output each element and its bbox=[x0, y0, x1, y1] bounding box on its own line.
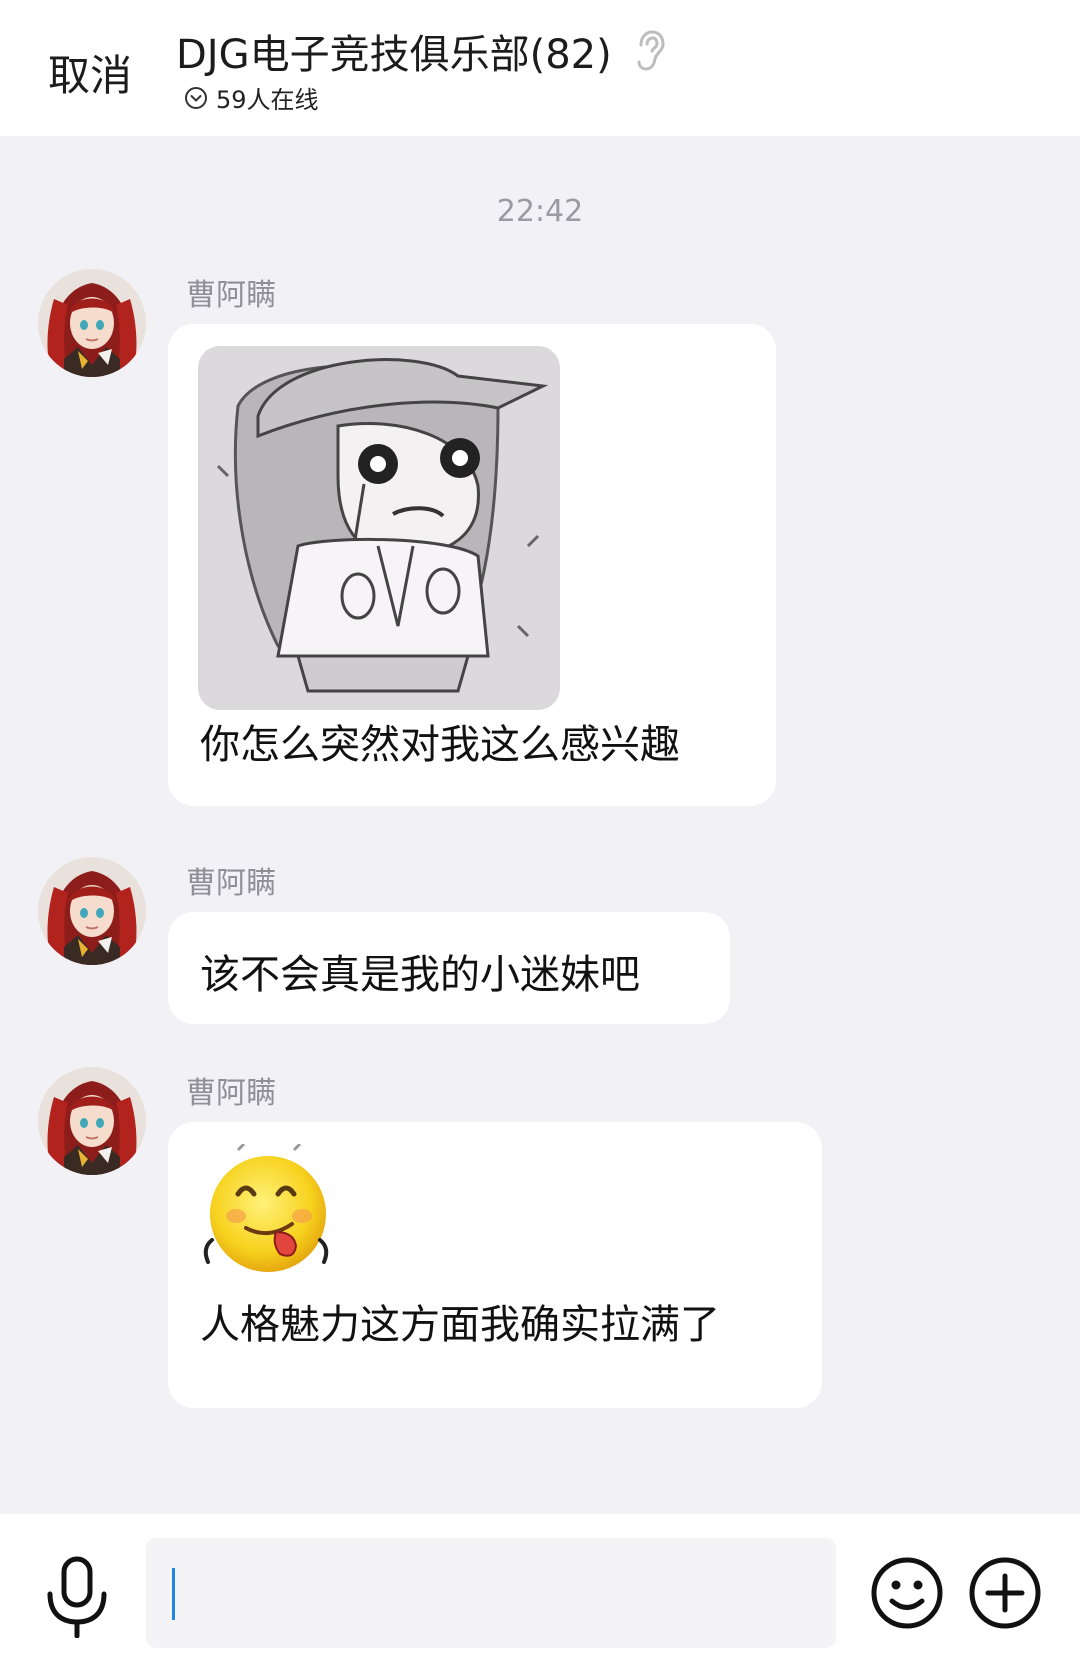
avatar[interactable] bbox=[38, 1067, 146, 1175]
anime-avatar-image bbox=[38, 857, 146, 965]
chevron-circle-icon bbox=[185, 86, 207, 109]
message-list[interactable]: 22:42 曹阿瞒 你怎么突然对我这么感兴趣 曹阿瞒 该不会真是我的小迷妹吧 曹… bbox=[0, 136, 1080, 1514]
emoji-icon[interactable] bbox=[870, 1556, 944, 1630]
message-text: 人格魅力这方面我确实拉满了 bbox=[200, 1302, 720, 1348]
message-bubble[interactable]: 人格魅力这方面我确实拉满了 bbox=[168, 1122, 822, 1408]
plus-icon[interactable] bbox=[968, 1556, 1042, 1630]
message-timestamp: 22:42 bbox=[496, 194, 584, 229]
crying-girl-sticker[interactable] bbox=[198, 346, 560, 710]
microphone-icon[interactable] bbox=[42, 1556, 112, 1638]
title-row: DJG电子竞技俱乐部(82) bbox=[176, 22, 666, 80]
online-count-row[interactable]: 59人在线 bbox=[184, 80, 319, 115]
sender-name: 曹阿瞒 bbox=[186, 278, 276, 313]
message-bubble[interactable]: 你怎么突然对我这么感兴趣 bbox=[168, 324, 776, 806]
message-text: 你怎么突然对我这么感兴趣 bbox=[200, 722, 680, 768]
anime-avatar-image bbox=[38, 269, 146, 377]
anime-avatar-image bbox=[38, 1067, 146, 1175]
message-input[interactable] bbox=[146, 1538, 836, 1648]
tongue-out-emoji-sticker[interactable] bbox=[198, 1142, 334, 1280]
cancel-button[interactable]: 取消 bbox=[48, 42, 132, 103]
sender-name: 曹阿瞒 bbox=[186, 866, 276, 901]
avatar[interactable] bbox=[38, 857, 146, 965]
avatar[interactable] bbox=[38, 269, 146, 377]
group-title[interactable]: DJG电子竞技俱乐部(82) bbox=[176, 22, 612, 80]
input-bar bbox=[0, 1514, 1080, 1673]
online-count: 59人在线 bbox=[216, 86, 319, 114]
text-caret bbox=[172, 1568, 175, 1620]
ear-icon[interactable] bbox=[632, 29, 666, 73]
sticker-image bbox=[198, 346, 560, 710]
message-bubble[interactable]: 该不会真是我的小迷妹吧 bbox=[168, 912, 730, 1024]
sticker-image bbox=[203, 1142, 329, 1272]
sender-name: 曹阿瞒 bbox=[186, 1076, 276, 1111]
chat-header: 取消 DJG电子竞技俱乐部(82) 59人在线 bbox=[0, 0, 1080, 136]
message-text: 该不会真是我的小迷妹吧 bbox=[200, 952, 640, 998]
